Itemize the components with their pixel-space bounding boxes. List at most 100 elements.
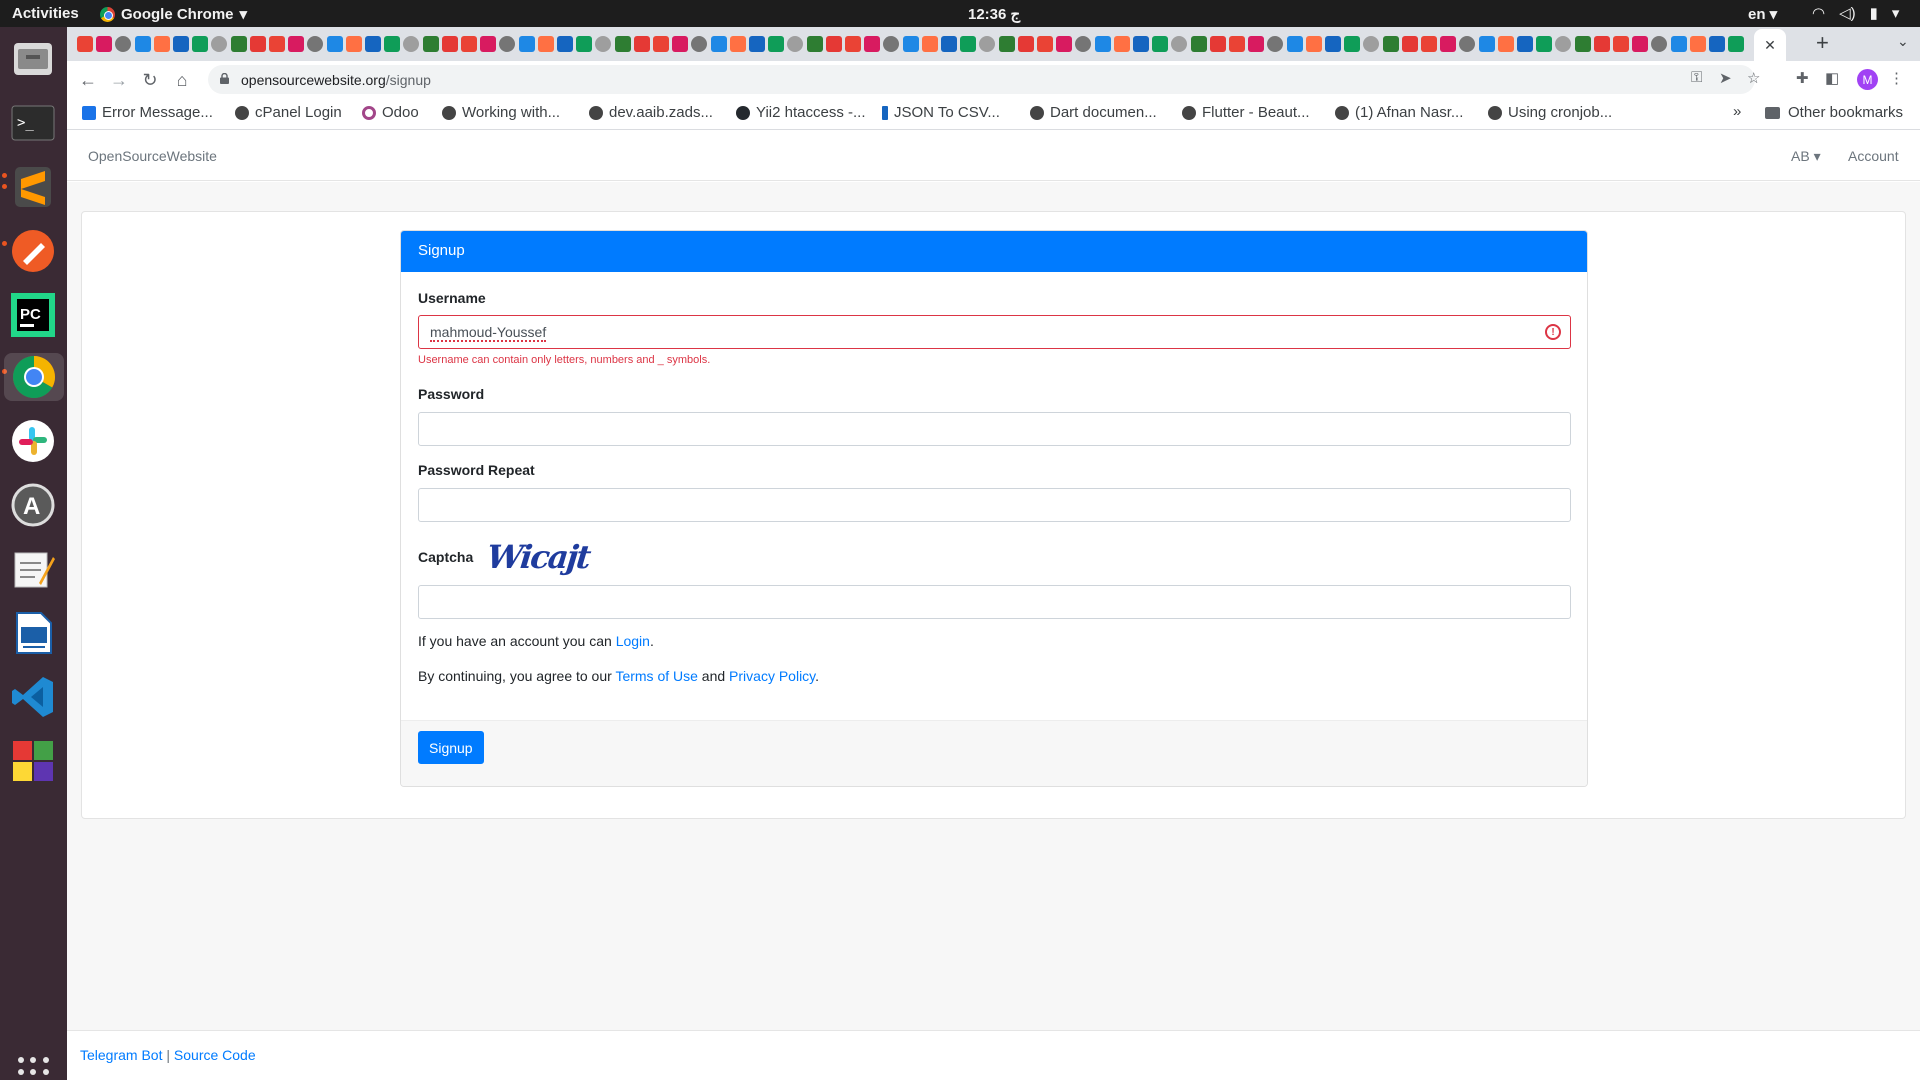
slack-icon[interactable] [9,417,57,465]
tab-favicon-icon[interactable] [269,36,285,52]
terminal-icon[interactable]: >_ [9,99,57,147]
tab-favicon-icon[interactable] [998,36,1015,52]
tab-favicon-icon[interactable] [902,36,919,52]
tab-favicon-icon[interactable] [537,36,554,52]
tab-favicon-icon[interactable] [864,36,881,52]
tab-favicon-icon[interactable] [1459,36,1476,52]
tab-favicon-icon[interactable] [345,36,362,52]
tab-favicon-icon[interactable] [1286,36,1303,52]
forward-icon[interactable]: → [108,69,130,91]
password-field[interactable] [418,412,1571,446]
tab-favicon-icon[interactable] [1113,36,1130,52]
sublime-text-icon[interactable] [9,163,57,211]
username-field[interactable]: mahmoud-Youssef ! [418,315,1571,349]
tab-favicon-icon[interactable] [941,36,957,52]
tab-favicon-icon[interactable] [1229,36,1245,52]
tab-favicon-icon[interactable] [1613,36,1629,52]
captcha-image[interactable]: Wicajt [485,538,591,576]
software-updater-icon[interactable]: A [9,481,57,529]
account-link[interactable]: Account [1848,148,1899,164]
tab-favicon-icon[interactable] [614,36,631,52]
tab-favicon-icon[interactable] [1651,36,1668,52]
tab-favicon-icon[interactable] [326,36,343,52]
postman-icon[interactable] [9,227,57,275]
tab-favicon-icon[interactable] [1325,36,1341,52]
tab-favicon-icon[interactable] [134,36,151,52]
tab-favicon-icon[interactable] [825,36,842,52]
tab-favicon-icon[interactable] [1440,36,1457,52]
tab-favicon-icon[interactable] [1728,36,1745,52]
tab-favicon-icon[interactable] [595,36,612,52]
pycharm-icon[interactable]: PC [9,291,57,339]
tab-favicon-icon[interactable] [1574,36,1591,52]
keyboard-language[interactable]: en ▾ [1748,5,1777,23]
tab-favicon-icon[interactable] [1555,36,1572,52]
tab-favicon-icon[interactable] [153,36,170,52]
tab-favicon-icon[interactable] [480,36,497,52]
active-tab[interactable]: ✕ [1754,29,1786,61]
bookmark-item[interactable]: Using cronjob... [1488,104,1612,121]
activities-button[interactable]: Activities [12,5,79,22]
back-icon[interactable]: ← [77,69,99,91]
tab-favicon-icon[interactable] [230,36,247,52]
tab-favicon-icon[interactable] [1209,36,1226,52]
language-dropdown[interactable]: AB ▾ [1791,148,1821,165]
tab-favicon-icon[interactable] [441,36,458,52]
tab-favicon-icon[interactable] [1133,36,1149,52]
tab-favicon-icon[interactable] [518,36,535,52]
side-panel-icon[interactable]: ◧ [1825,69,1839,87]
new-tab-button[interactable]: + [1816,30,1829,56]
tab-favicon-icon[interactable] [1190,36,1207,52]
tab-favicon-icon[interactable] [288,36,305,52]
show-applications-button[interactable] [18,1057,50,1080]
tab-favicon-icon[interactable] [729,36,746,52]
privacy-policy-link[interactable]: Privacy Policy [729,668,815,684]
terms-of-use-link[interactable]: Terms of Use [615,668,697,684]
tab-favicon-icon[interactable] [1056,36,1073,52]
tab-favicon-icon[interactable] [1670,36,1687,52]
tab-favicon-icon[interactable] [749,36,765,52]
text-editor-icon[interactable] [9,545,57,593]
bookmark-item[interactable]: (1) Afnan Nasr... [1335,104,1463,121]
tab-favicon-icon[interactable] [787,36,804,52]
chrome-icon[interactable] [4,353,64,401]
tab-favicon-icon[interactable] [115,36,132,52]
star-icon[interactable]: ☆ [1747,69,1760,87]
app-grid-extra-icon[interactable] [9,737,57,785]
tab-favicon-icon[interactable] [979,36,996,52]
files-icon[interactable] [9,35,57,83]
tab-favicon-icon[interactable] [249,36,266,52]
tab-favicon-icon[interactable] [1363,36,1380,52]
app-menu[interactable]: Google Chrome ▾ [100,5,247,23]
tab-favicon-icon[interactable] [691,36,708,52]
bookmark-item[interactable]: Odoo [362,104,419,121]
tab-favicon-icon[interactable] [1171,36,1188,52]
tab-search-icon[interactable]: ⌄ [1897,33,1909,50]
tab-favicon-icon[interactable] [1017,36,1034,52]
tab-favicon-icon[interactable] [1152,36,1169,52]
tab-favicon-icon[interactable] [211,36,228,52]
extensions-icon[interactable]: ✚ [1796,69,1809,87]
tab-favicon-icon[interactable] [1632,36,1649,52]
other-bookmarks[interactable]: Other bookmarks [1765,104,1903,121]
tab-favicon-icon[interactable] [403,36,420,52]
close-icon[interactable]: ✕ [1764,37,1776,54]
tab-favicon-icon[interactable] [1536,36,1553,52]
tab-favicon-icon[interactable] [960,36,977,52]
signup-button[interactable]: Signup [418,731,484,764]
clock[interactable]: 12:36 ج [968,5,1020,23]
tab-favicon-icon[interactable] [77,36,93,52]
password-repeat-field[interactable] [418,488,1571,522]
tab-favicon-icon[interactable] [1075,36,1092,52]
tab-favicon-icon[interactable] [1344,36,1361,52]
bookmark-item[interactable]: Dart documen... [1030,104,1157,121]
bookmark-item[interactable]: Flutter - Beaut... [1182,104,1310,121]
address-bar[interactable]: opensourcewebsite.org/signup [208,65,1755,94]
tab-favicon-icon[interactable] [921,36,938,52]
send-icon[interactable]: ➤ [1719,69,1732,87]
tab-favicon-icon[interactable] [710,36,727,52]
menu-icon[interactable]: ⋮ [1889,69,1904,87]
tab-favicon-icon[interactable] [1267,36,1284,52]
vscode-icon[interactable] [9,673,57,721]
tab-favicon-icon[interactable] [883,36,900,52]
